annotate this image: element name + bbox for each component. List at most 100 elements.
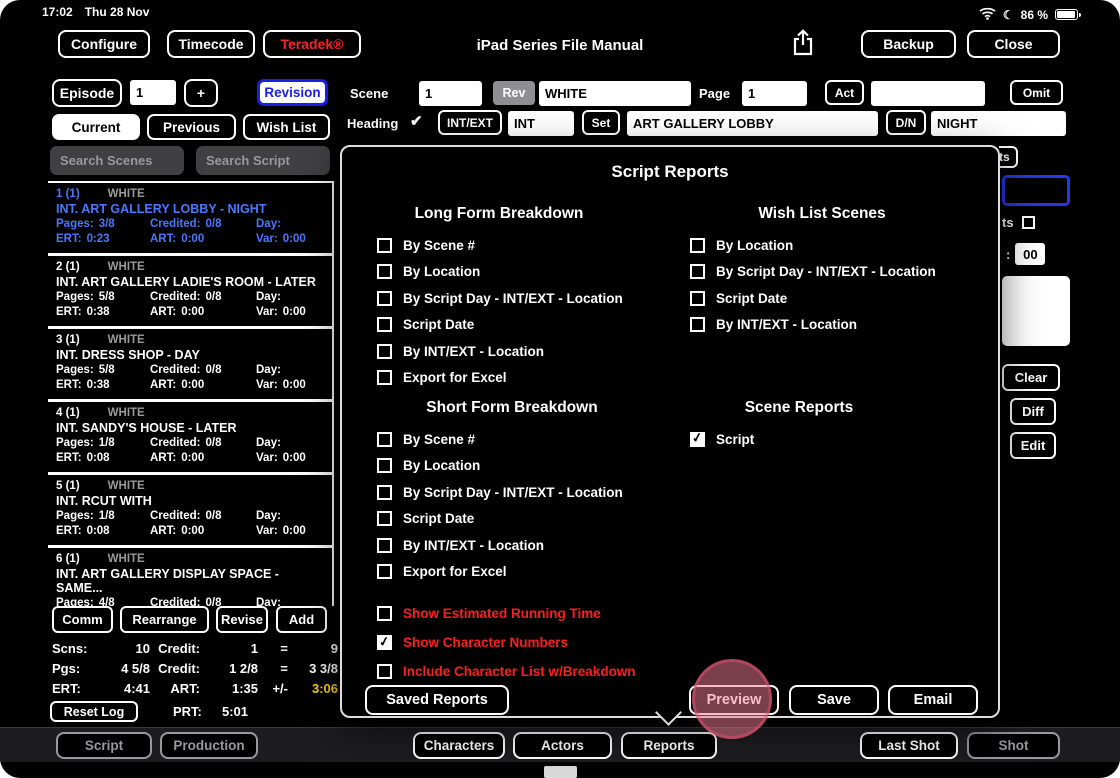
report-option[interactable]: By Scene # (372, 232, 626, 259)
add-scene-button[interactable]: Add (276, 606, 327, 633)
report-option[interactable]: By Script Day - INT/EXT - Location (372, 479, 652, 506)
checkbox[interactable] (377, 238, 392, 253)
checkbox[interactable] (690, 291, 705, 306)
reports-button[interactable]: Reports (621, 732, 717, 759)
episode-button[interactable]: Episode (52, 79, 122, 107)
int-ext-button[interactable]: INT/EXT (438, 110, 502, 135)
report-option[interactable]: By Scene # (372, 426, 652, 453)
scene-list-item[interactable]: 2 (1)WHITE INT. ART GALLERY LADIE'S ROOM… (48, 256, 332, 329)
set-button[interactable]: Set (582, 110, 620, 135)
checkbox[interactable] (377, 538, 392, 553)
report-option[interactable]: Export for Excel (372, 559, 652, 586)
close-button[interactable]: Close (967, 30, 1060, 58)
revision-button[interactable]: Revision (257, 79, 328, 106)
search-scenes-input[interactable] (50, 146, 184, 175)
last-shot-button[interactable]: Last Shot (860, 732, 958, 759)
rearrange-button[interactable]: Rearrange (120, 606, 209, 633)
tab-previous[interactable]: Previous (147, 114, 236, 140)
checkbox[interactable] (377, 606, 392, 621)
scene-list-item[interactable]: 1 (1)WHITE INT. ART GALLERY LOBBY - NIGH… (48, 183, 332, 256)
shot-button[interactable]: Shot (967, 732, 1060, 759)
report-option[interactable]: Script Date (690, 285, 954, 312)
checkbox[interactable] (377, 485, 392, 500)
report-option[interactable]: By INT/EXT - Location (372, 532, 652, 559)
rev-button[interactable]: Rev (493, 81, 535, 105)
report-option[interactable]: By Script Day - INT/EXT - Location (372, 285, 626, 312)
day-label: Day: (256, 363, 281, 378)
report-option[interactable]: Include Character List w/Breakdown (372, 657, 636, 686)
omit-button[interactable]: Omit (1010, 80, 1063, 105)
report-option[interactable]: By INT/EXT - Location (372, 338, 626, 365)
checkbox[interactable] (377, 317, 392, 332)
report-option[interactable]: By Location (372, 453, 652, 480)
save-button[interactable]: Save (789, 685, 879, 715)
report-option[interactable]: Script Date (372, 312, 626, 339)
report-option[interactable]: Show Estimated Running Time (372, 599, 636, 628)
edit-button[interactable]: Edit (1010, 432, 1056, 459)
page-number-input[interactable] (742, 81, 807, 106)
report-option[interactable]: Script Date (372, 506, 652, 533)
backup-button[interactable]: Backup (861, 30, 956, 58)
comm-button[interactable]: Comm (52, 606, 113, 633)
episode-number-input[interactable] (130, 80, 176, 105)
report-option[interactable]: By Script Day - INT/EXT - Location (690, 259, 954, 286)
art-label: ART: (150, 232, 176, 247)
report-option[interactable]: Show Character Numbers (372, 628, 636, 657)
notes-box[interactable] (1002, 276, 1070, 346)
script-button[interactable]: Script (56, 732, 152, 759)
tab-current[interactable]: Current (52, 114, 140, 140)
day-night-input[interactable] (931, 111, 1066, 136)
report-option[interactable]: By INT/EXT - Location (690, 312, 954, 339)
search-script-input[interactable] (196, 146, 330, 175)
checkbox[interactable] (690, 238, 705, 253)
partial-button[interactable]: ts (999, 146, 1018, 168)
checkbox[interactable] (377, 635, 392, 650)
scene-list-item[interactable]: 5 (1)WHITE INT. RCUT WITH Pages:1/8 Cred… (48, 475, 332, 548)
saved-reports-button[interactable]: Saved Reports (365, 685, 509, 715)
highlighted-field[interactable] (1002, 175, 1070, 206)
checkbox[interactable] (690, 432, 705, 447)
checkbox[interactable] (377, 458, 392, 473)
int-ext-input[interactable] (508, 111, 574, 136)
clear-button[interactable]: Clear (1002, 364, 1060, 391)
scene-list-item[interactable]: 4 (1)WHITE INT. SANDY'S HOUSE - LATER Pa… (48, 402, 332, 475)
scene-list-item[interactable]: 6 (1)WHITE INT. ART GALLERY DISPLAY SPAC… (48, 548, 332, 606)
checkbox[interactable] (377, 370, 392, 385)
checkbox[interactable] (1022, 216, 1035, 229)
option-label: By INT/EXT - Location (403, 538, 544, 553)
checkbox[interactable] (377, 511, 392, 526)
revision-color-input[interactable] (539, 81, 691, 106)
checkbox[interactable] (377, 291, 392, 306)
characters-button[interactable]: Characters (413, 732, 505, 759)
day-night-button[interactable]: D/N (886, 110, 926, 135)
email-button[interactable]: Email (888, 685, 978, 715)
set-input[interactable] (627, 111, 878, 136)
option-label: Show Estimated Running Time (403, 606, 601, 621)
checkbox[interactable] (377, 564, 392, 579)
tab-wish-list[interactable]: Wish List (243, 114, 330, 140)
act-button[interactable]: Act (825, 80, 864, 105)
value-box[interactable]: 00 (1015, 243, 1045, 265)
scene-list[interactable]: 1 (1)WHITE INT. ART GALLERY LOBBY - NIGH… (48, 181, 334, 606)
checkbox[interactable] (377, 264, 392, 279)
checkbox[interactable] (690, 317, 705, 332)
checkbox[interactable] (690, 264, 705, 279)
production-button[interactable]: Production (160, 732, 258, 759)
report-option[interactable]: By Location (690, 232, 954, 259)
checkbox[interactable] (377, 432, 392, 447)
preview-button[interactable]: Preview (689, 685, 779, 715)
report-option[interactable]: By Location (372, 259, 626, 286)
checkbox[interactable] (377, 344, 392, 359)
reset-log-button[interactable]: Reset Log (50, 701, 138, 722)
act-input[interactable] (871, 81, 985, 106)
actors-button[interactable]: Actors (513, 732, 612, 759)
report-option[interactable]: Export for Excel (372, 365, 626, 392)
checkbox[interactable] (377, 664, 392, 679)
diff-button[interactable]: Diff (1010, 398, 1056, 425)
scene-number-input[interactable] (419, 81, 482, 106)
add-episode-button[interactable]: + (184, 79, 218, 107)
scene-list-item[interactable]: 3 (1)WHITE INT. DRESS SHOP - DAY Pages:5… (48, 329, 332, 402)
revise-button[interactable]: Revise (216, 606, 268, 633)
share-icon[interactable] (791, 29, 815, 62)
report-option[interactable]: Script (690, 426, 908, 453)
